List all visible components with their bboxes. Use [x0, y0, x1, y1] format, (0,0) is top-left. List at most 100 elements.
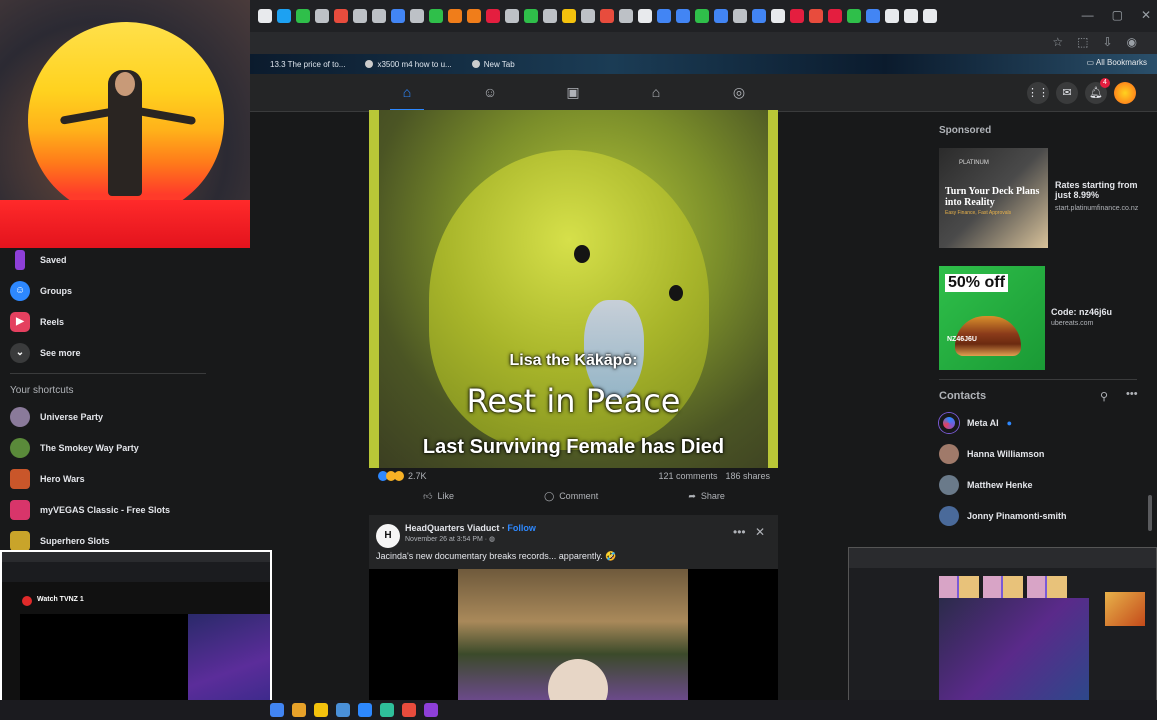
shortcut-item[interactable]: myVEGAS Classic - Free Slots	[10, 500, 170, 520]
browser-tab[interactable]	[334, 9, 348, 23]
page-avatar[interactable]: H	[376, 524, 400, 548]
minimize-button[interactable]: —	[1082, 8, 1094, 22]
scrollbar-thumb[interactable]	[1148, 495, 1152, 531]
menu-grid-icon[interactable]: ⋮⋮	[1027, 82, 1049, 104]
browser-tab[interactable]	[429, 9, 443, 23]
browser-tab[interactable]	[524, 9, 538, 23]
comment-button[interactable]: ◯ Comment	[544, 487, 598, 505]
taskbar-app-icon[interactable]	[292, 703, 306, 717]
contact-item[interactable]: Meta AI ●	[939, 413, 1012, 433]
sidebar-item-reels[interactable]: ▶ Reels	[10, 312, 64, 332]
browser-tab[interactable]	[315, 9, 329, 23]
download-icon[interactable]: ⇩	[1102, 35, 1112, 49]
taskbar-app-icon[interactable]	[336, 703, 350, 717]
taskbar-app-icon[interactable]	[358, 703, 372, 717]
like-button[interactable]: 👍︎ Like	[423, 487, 454, 505]
friends-icon[interactable]: ☺	[482, 84, 498, 100]
home-icon[interactable]: ⌂	[399, 84, 415, 100]
bookmark-item[interactable]: x3500 m4 how to u...	[365, 60, 452, 69]
page-scrollbar[interactable]	[1147, 110, 1153, 540]
browser-tab[interactable]	[391, 9, 405, 23]
browser-tab[interactable]	[467, 9, 481, 23]
shortcut-item[interactable]: The Smokey Way Party	[10, 438, 139, 458]
browser-tab[interactable]	[277, 9, 291, 23]
ad-url[interactable]: start.platinumfinance.co.nz	[1055, 205, 1140, 212]
sidebar-item-see-more[interactable]: ⌄ See more	[10, 343, 81, 363]
ad-title[interactable]: Code: nz46j6u	[1051, 307, 1112, 317]
profile-icon[interactable]: ◉	[1127, 35, 1137, 49]
browser-tab[interactable]	[885, 9, 899, 23]
browser-tab[interactable]	[657, 9, 671, 23]
close-window-button[interactable]: ✕	[1141, 8, 1151, 22]
browser-tab[interactable]	[752, 9, 766, 23]
browser-tab[interactable]	[847, 9, 861, 23]
browser-tab[interactable]	[771, 9, 785, 23]
browser-tab[interactable]	[676, 9, 690, 23]
shares-count[interactable]: 186 shares	[725, 471, 770, 481]
contact-item[interactable]: Matthew Henke	[939, 475, 1033, 495]
browser-tab[interactable]	[809, 9, 823, 23]
shortcut-item[interactable]: Universe Party	[10, 407, 103, 427]
browser-tab[interactable]	[562, 9, 576, 23]
ad-title[interactable]: Rates starting from just 8.99%	[1055, 180, 1150, 200]
browser-tab[interactable]	[410, 9, 424, 23]
taskbar-app-icon[interactable]	[380, 703, 394, 717]
post-date[interactable]: November 26 at 3:54 PM ·	[405, 536, 489, 543]
bookmark-item[interactable]: 13.3 The price of to...	[270, 60, 345, 69]
browser-tab[interactable]	[543, 9, 557, 23]
taskbar-app-icon[interactable]	[424, 703, 438, 717]
sidebar-item-groups[interactable]: ☺ Groups	[10, 281, 72, 301]
shortcut-item[interactable]: Hero Wars	[10, 469, 85, 489]
page-name[interactable]: HeadQuarters Viaduct	[405, 523, 499, 533]
post-image[interactable]: Lisa the Kākāpō: Rest in Peace Last Surv…	[369, 110, 778, 468]
more-options-icon[interactable]: •••	[1126, 388, 1138, 400]
all-bookmarks-button[interactable]: ▭ All Bookmarks	[1087, 58, 1147, 67]
share-button[interactable]: ➦ Share	[688, 487, 725, 505]
address-bar[interactable]	[250, 32, 1157, 54]
profile-avatar[interactable]	[1114, 82, 1136, 104]
messenger-icon[interactable]: ✉	[1056, 82, 1078, 104]
taskbar-app-icon[interactable]	[314, 703, 328, 717]
more-options-icon[interactable]: •••	[733, 525, 746, 539]
maximize-button[interactable]: ▢	[1112, 8, 1123, 22]
browser-tab[interactable]	[638, 9, 652, 23]
browser-tab[interactable]	[581, 9, 595, 23]
browser-tab[interactable]	[372, 9, 386, 23]
browser-tab[interactable]	[866, 9, 880, 23]
post-video[interactable]	[369, 569, 778, 700]
browser-tab[interactable]	[448, 9, 462, 23]
bookmark-item[interactable]: New Tab	[471, 60, 515, 69]
sidebar-item-saved[interactable]: Saved	[10, 250, 67, 270]
browser-tab[interactable]	[505, 9, 519, 23]
search-icon[interactable]: ⚲	[1100, 390, 1108, 403]
browser-tab[interactable]	[733, 9, 747, 23]
extensions-icon[interactable]: ⬚	[1077, 35, 1088, 49]
reactions-summary[interactable]: 2.7K	[378, 471, 427, 481]
contact-item[interactable]: Hanna Williamson	[939, 444, 1044, 464]
gaming-icon[interactable]: ◎	[731, 84, 747, 100]
browser-tab[interactable]	[695, 9, 709, 23]
browser-tab[interactable]	[296, 9, 310, 23]
shortcut-item[interactable]: Superhero Slots	[10, 531, 110, 551]
follow-button[interactable]: Follow	[507, 523, 536, 533]
contact-item[interactable]: Jonny Pinamonti-smith	[939, 506, 1067, 526]
comments-count[interactable]: 121 comments	[658, 471, 717, 481]
watch-icon[interactable]: ▣	[565, 84, 581, 100]
ad-url[interactable]: ubereats.com	[1051, 320, 1093, 327]
taskbar-app-icon[interactable]	[270, 703, 284, 717]
browser-tab[interactable]	[828, 9, 842, 23]
browser-tab[interactable]	[714, 9, 728, 23]
close-icon[interactable]: ✕	[755, 525, 765, 539]
marketplace-icon[interactable]: ⌂	[648, 84, 664, 100]
browser-tab[interactable]	[600, 9, 614, 23]
browser-tab[interactable]	[486, 9, 500, 23]
taskbar-app-icon[interactable]	[402, 703, 416, 717]
star-icon[interactable]: ☆	[1052, 35, 1063, 49]
browser-tab[interactable]	[353, 9, 367, 23]
browser-tab[interactable]	[904, 9, 918, 23]
browser-tab[interactable]	[619, 9, 633, 23]
browser-tab[interactable]	[790, 9, 804, 23]
browser-tab[interactable]	[258, 9, 272, 23]
ad-image[interactable]: PLATINUM Turn Your Deck Plans into Reali…	[939, 148, 1048, 248]
browser-tab[interactable]	[923, 9, 937, 23]
